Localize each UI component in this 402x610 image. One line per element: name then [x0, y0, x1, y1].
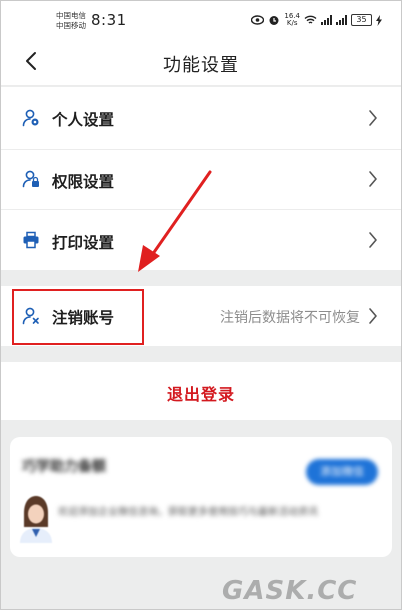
screenshot-frame: [0, 0, 402, 610]
